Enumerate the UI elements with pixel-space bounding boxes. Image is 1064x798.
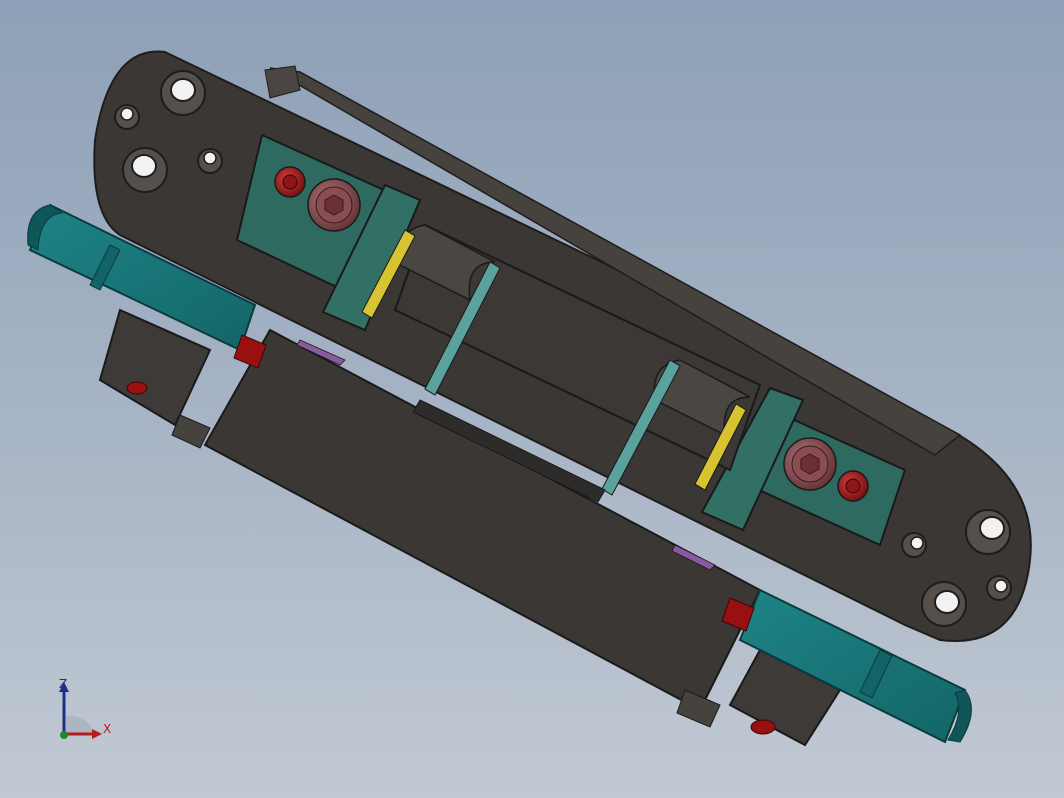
z-axis-label: Z xyxy=(59,677,68,691)
hinge-assembly-model[interactable] xyxy=(0,0,1064,798)
x-axis-label: X xyxy=(103,722,112,736)
cad-viewport[interactable]: Z X xyxy=(0,0,1064,798)
